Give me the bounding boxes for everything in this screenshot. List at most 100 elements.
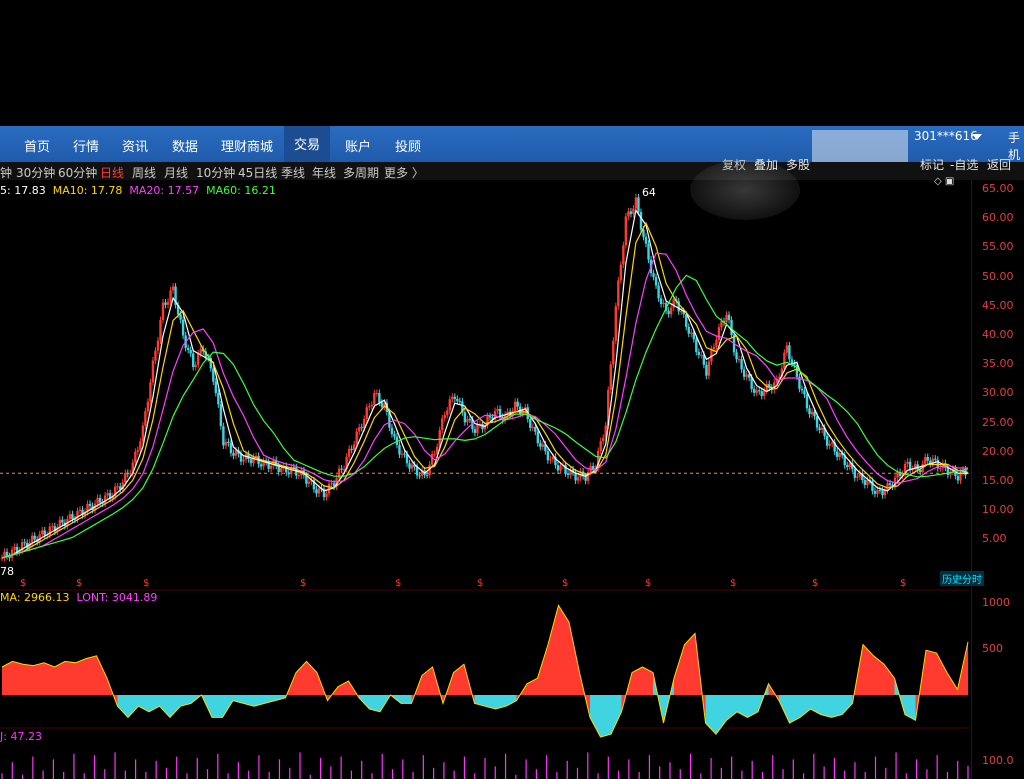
nav-advisor[interactable]: 投顾 bbox=[395, 136, 421, 155]
mark-button[interactable]: 标记 bbox=[920, 156, 944, 173]
period-30min[interactable]: 30分钟 bbox=[16, 164, 55, 181]
event-marker: $ bbox=[20, 578, 26, 589]
candle-body bbox=[78, 509, 82, 511]
candle-body bbox=[13, 546, 16, 550]
price-tick-label: 50.00 bbox=[982, 269, 1014, 283]
event-marker: $ bbox=[76, 578, 82, 589]
volume-oscillator-area bbox=[831, 695, 842, 718]
candle-body bbox=[559, 465, 562, 471]
candle-body bbox=[30, 535, 34, 543]
ma60-line bbox=[1, 274, 969, 559]
period-multi[interactable]: 多周期 bbox=[343, 164, 379, 181]
period-60min[interactable]: 60分钟 bbox=[58, 164, 97, 181]
period-min-partial[interactable]: 钟 bbox=[0, 164, 12, 181]
nav-account[interactable]: 账户 bbox=[345, 136, 371, 155]
back-button[interactable]: 返回 bbox=[987, 156, 1011, 173]
candle-body bbox=[549, 459, 552, 461]
candle-body bbox=[88, 503, 92, 506]
price-tick-label: 65.00 bbox=[982, 182, 1014, 195]
candle-body bbox=[647, 243, 650, 260]
candle-body bbox=[745, 374, 748, 377]
candle-body bbox=[370, 404, 373, 407]
nav-wealth-mall[interactable]: 理财商城 bbox=[221, 136, 273, 155]
multi-stock-button[interactable]: 多股 bbox=[786, 156, 810, 173]
candle-body bbox=[896, 471, 899, 478]
period-10min[interactable]: 10分钟 bbox=[196, 164, 235, 181]
chart-area[interactable]: 64 78 $ $ $ $ $ $ $ $ $ $ $ bbox=[0, 180, 972, 779]
candle-body bbox=[735, 352, 738, 360]
candle-body bbox=[456, 398, 459, 402]
candle-body bbox=[629, 211, 633, 215]
candle-body bbox=[212, 368, 215, 382]
candle-body bbox=[307, 481, 311, 484]
nav-home[interactable]: 首页 bbox=[24, 136, 50, 155]
candle-body bbox=[390, 427, 394, 435]
candle-body bbox=[881, 490, 884, 496]
event-marker: $ bbox=[900, 578, 906, 589]
candle-body bbox=[705, 364, 708, 376]
candle-body bbox=[637, 197, 640, 212]
period-yearly[interactable]: 年线 bbox=[312, 164, 336, 181]
candle-body bbox=[400, 453, 404, 455]
candle-body bbox=[707, 361, 711, 376]
high-price-marker: 64 bbox=[642, 186, 656, 199]
candle-body bbox=[541, 444, 545, 447]
account-id[interactable]: 301***616 bbox=[914, 129, 978, 143]
candle-body bbox=[516, 401, 519, 407]
candle-body bbox=[919, 469, 922, 473]
candle-body bbox=[783, 352, 786, 369]
candle-body bbox=[657, 285, 660, 299]
candle-body bbox=[433, 453, 436, 455]
candle-body bbox=[654, 276, 658, 286]
volume-tick-label: 1000 bbox=[982, 596, 1010, 609]
candle-body bbox=[627, 211, 630, 217]
obscured-region bbox=[812, 130, 908, 164]
candle-body bbox=[129, 473, 132, 475]
candle-body bbox=[805, 394, 809, 409]
candle-body bbox=[242, 459, 245, 462]
candle-body bbox=[181, 319, 185, 336]
nav-data[interactable]: 数据 bbox=[172, 136, 198, 155]
candle-body bbox=[800, 388, 804, 391]
nav-news[interactable]: 资讯 bbox=[122, 136, 148, 155]
period-daily[interactable]: 日线 bbox=[100, 164, 124, 181]
period-more[interactable]: 更多 〉 bbox=[384, 164, 424, 181]
period-weekly[interactable]: 周线 bbox=[132, 164, 156, 181]
candle-body bbox=[856, 476, 859, 478]
candle-body bbox=[473, 429, 477, 433]
account-dropdown-icon[interactable] bbox=[972, 134, 982, 140]
candle-body bbox=[443, 415, 446, 419]
candle-body bbox=[98, 497, 102, 503]
candle-body bbox=[325, 493, 328, 498]
candle-body bbox=[124, 472, 127, 483]
candle-body bbox=[116, 486, 119, 488]
candle-body bbox=[154, 350, 157, 361]
self-select-button[interactable]: -自选 bbox=[950, 156, 978, 173]
nav-trade[interactable]: 交易 bbox=[284, 126, 331, 164]
period-45day[interactable]: 45日线 bbox=[238, 164, 277, 181]
candle-body bbox=[534, 426, 537, 432]
period-quarterly[interactable]: 季线 bbox=[281, 164, 305, 181]
volume-oscillator-area bbox=[926, 650, 937, 695]
candle-body bbox=[448, 399, 451, 411]
candle-body bbox=[513, 401, 517, 412]
candle-body bbox=[476, 424, 479, 433]
candle-body bbox=[219, 404, 223, 427]
candle-body bbox=[418, 475, 421, 477]
history-intraday-button[interactable]: 历史分时 bbox=[940, 571, 984, 586]
candle-body bbox=[818, 427, 821, 430]
price-tick-label: 5.00 bbox=[982, 532, 1007, 546]
candle-body bbox=[179, 314, 182, 320]
candle-body bbox=[330, 483, 333, 485]
volume-oscillator-area bbox=[936, 653, 947, 695]
candle-body bbox=[106, 493, 109, 496]
volume-oscillator-area bbox=[863, 644, 874, 695]
event-marker: $ bbox=[562, 578, 568, 589]
period-monthly[interactable]: 月线 bbox=[164, 164, 188, 181]
candle-body bbox=[810, 411, 814, 415]
nav-market[interactable]: 行情 bbox=[73, 136, 99, 155]
price-tick-label: 45.00 bbox=[982, 298, 1014, 312]
volume-oscillator-area bbox=[75, 658, 86, 695]
candle-body bbox=[883, 490, 887, 496]
candle-body bbox=[375, 393, 379, 395]
